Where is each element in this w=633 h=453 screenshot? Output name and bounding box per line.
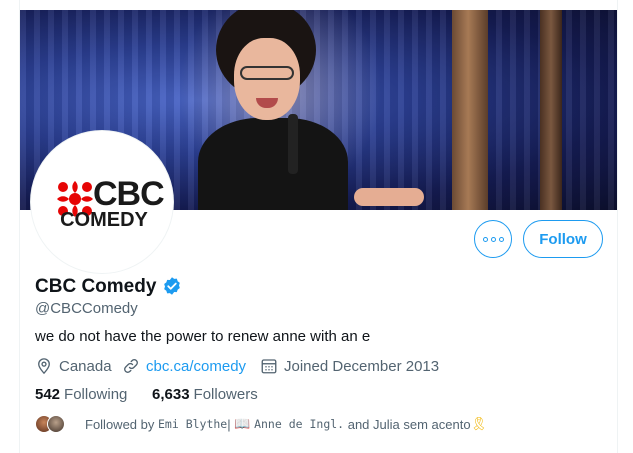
follower-name-1: Emi Blythe <box>158 417 228 431</box>
location-pin-icon <box>38 358 50 375</box>
ribbon-emoji-icon: 🎗 <box>470 416 488 431</box>
book-emoji-icon: 📖 <box>234 416 251 431</box>
followed-by-separator: | <box>227 416 231 432</box>
more-dot-icon <box>482 236 488 242</box>
verified-badge-icon <box>164 277 180 295</box>
profile-bio: we do not have the power to renew anne w… <box>35 328 371 345</box>
follower-avatar <box>47 415 65 433</box>
profile-website[interactable]: cbc.ca/comedy <box>122 356 246 376</box>
banner-performer-glasses <box>240 66 294 80</box>
more-options-button[interactable] <box>474 220 512 258</box>
link-icon <box>124 359 138 373</box>
avatar-logo-cbc: CBC <box>93 175 165 213</box>
following-count-link[interactable]: 542 Following <box>35 386 127 403</box>
following-count: 542 <box>35 386 61 403</box>
followed-by-suffix: and Julia sem acento <box>347 416 471 432</box>
more-dot-icon <box>498 236 504 242</box>
avatar-logo-comedy: COMEDY <box>60 209 148 231</box>
following-label: Following <box>64 386 128 403</box>
followed-by-prefix: Followed by <box>85 416 155 432</box>
calendar-icon <box>261 359 277 374</box>
profile-display-name: CBC Comedy <box>35 276 157 297</box>
followers-label: Followers <box>193 386 258 403</box>
banner-wood-post <box>452 10 488 210</box>
follower-name-2: Anne de Ingl. <box>254 417 345 431</box>
banner-microphone <box>288 114 298 174</box>
profile-handle: @CBCComedy <box>35 300 138 317</box>
banner-performer-body <box>198 118 348 210</box>
banner-wood-post-right <box>540 10 562 210</box>
profile-location: Canada <box>35 356 112 376</box>
followers-count-link[interactable]: 6,633 Followers <box>152 386 258 403</box>
banner-performer-hand <box>354 188 424 206</box>
followers-count: 6,633 <box>152 386 190 403</box>
profile-avatar[interactable]: CBC COMEDY <box>31 131 173 273</box>
more-dot-icon <box>490 236 496 242</box>
follow-button[interactable]: Follow <box>523 220 603 258</box>
location-text: Canada <box>59 357 112 375</box>
join-date-text: Joined December 2013 <box>284 357 440 375</box>
website-link[interactable]: cbc.ca/comedy <box>146 358 246 375</box>
followed-by-row[interactable]: Followed by Emi Blythe | 📖 Anne de Ingl.… <box>35 414 487 434</box>
profile-join-date: Joined December 2013 <box>260 356 439 376</box>
